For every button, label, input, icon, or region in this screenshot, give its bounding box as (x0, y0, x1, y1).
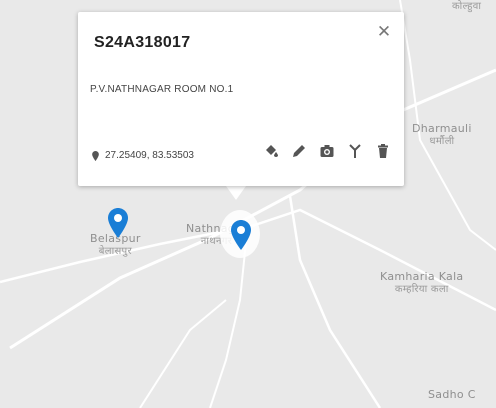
popup-toolbar (262, 142, 392, 160)
road (209, 241, 247, 408)
place-label-sadho: Sadho C (428, 388, 476, 401)
map-pin-icon (231, 220, 251, 250)
place-label-dharmauli: Dharmauli धर्मौली (412, 122, 472, 148)
popup-tail (226, 186, 246, 200)
place-name: Kamharia Kala (380, 270, 464, 283)
pencil-icon[interactable] (290, 142, 308, 160)
location-pin-icon (92, 150, 99, 161)
popup-coordinates: 27.25409, 83.53503 (92, 150, 194, 161)
place-label-top-right: कोल्हुवा (452, 0, 481, 13)
coordinates-text: 27.25409, 83.53503 (105, 150, 194, 161)
place-label-kamharia-kala: Kamharia Kala कम्हरिया कला (380, 270, 463, 296)
place-name: Dharmauli (412, 122, 472, 135)
map-pin-icon (108, 208, 128, 238)
place-name-hindi: कम्हरिया कला (394, 284, 449, 295)
place-name-hindi: बेलासपुर (98, 246, 132, 257)
info-popup: S24A318017 ✕ P.V.NATHNAGAR ROOM NO.1 27.… (78, 12, 404, 186)
popup-title: S24A318017 (94, 34, 191, 51)
road (139, 299, 227, 408)
popup-address: P.V.NATHNAGAR ROOM NO.1 (90, 84, 234, 95)
antenna-icon[interactable] (346, 142, 364, 160)
close-icon[interactable]: ✕ (374, 22, 394, 42)
place-name-hindi: धर्मौली (429, 136, 455, 147)
camera-icon[interactable] (318, 142, 336, 160)
trash-icon[interactable] (374, 142, 392, 160)
place-name-hindi: कोल्हुवा (452, 1, 482, 12)
place-name: Sadho C (428, 388, 476, 401)
fill-bucket-icon[interactable] (262, 142, 280, 160)
